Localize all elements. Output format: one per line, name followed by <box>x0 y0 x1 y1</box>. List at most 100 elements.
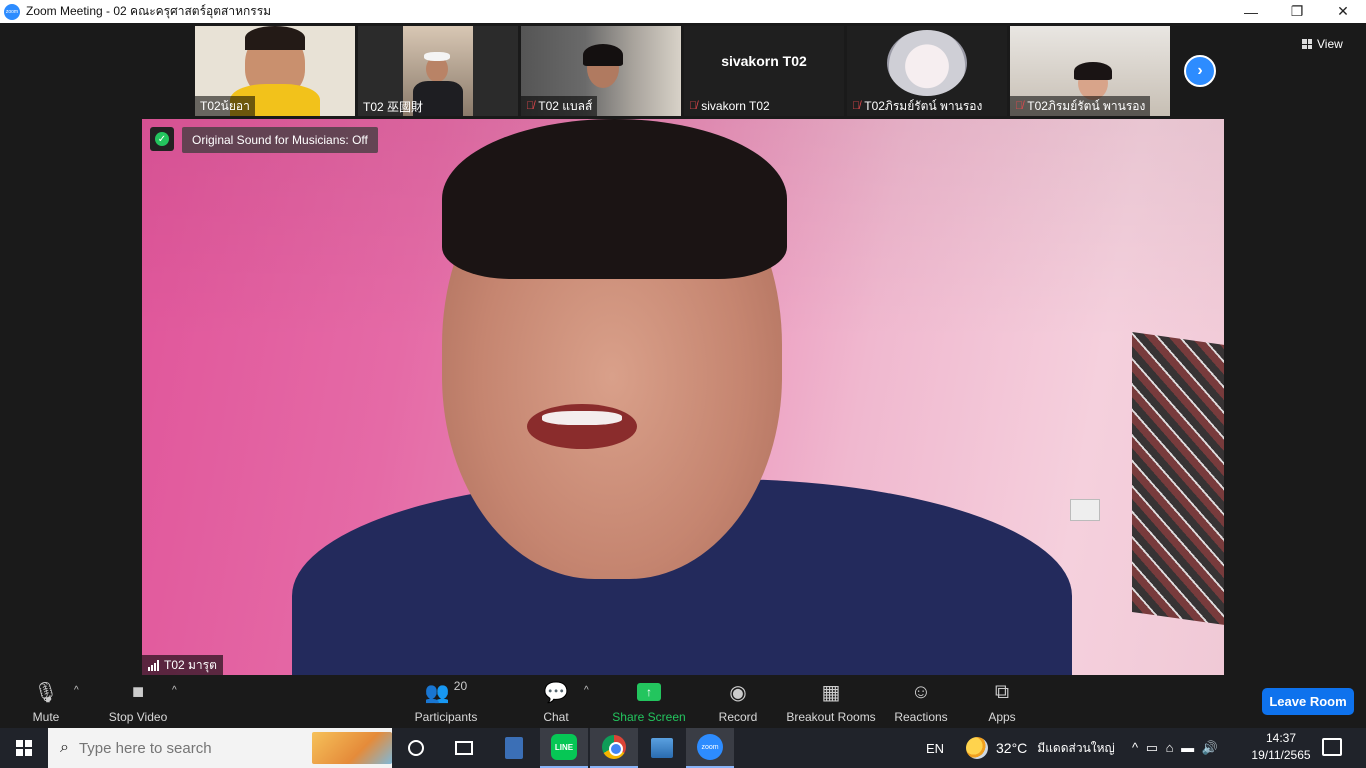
title-bar: zoom Zoom Meeting - 02 คณะครุศาสตร์อุตสา… <box>0 0 1366 23</box>
share-screen-icon: ↑ <box>637 683 661 701</box>
participant-name: T02น้ยอา <box>195 96 255 116</box>
partly-sunny-icon <box>966 737 988 759</box>
participant-hair <box>1074 62 1112 80</box>
participant-display-name: sivakorn T02 <box>721 53 807 69</box>
participant-thumbnail[interactable]: T02น้ยอา <box>195 26 355 116</box>
apps-icon: ⧉ <box>994 680 1010 703</box>
participant-thumbnail[interactable]: sivakorn T02 🎙̸ sivakorn T02 <box>684 26 844 116</box>
windows-logo-icon <box>16 740 32 756</box>
breakout-rooms-icon: ▦ <box>821 681 841 704</box>
original-sound-status[interactable]: Original Sound for Musicians: Off <box>182 127 378 153</box>
mute-label: Mute <box>32 710 60 724</box>
participant-hair <box>245 26 305 50</box>
apps-button[interactable]: ⧉ Apps <box>984 679 1020 725</box>
line-app[interactable]: LINE <box>540 728 588 768</box>
taskbar-clock[interactable]: 14:37 19/11/2565 <box>1250 730 1312 766</box>
muted-mic-icon: 🎙̸ <box>526 100 535 112</box>
zoom-app[interactable]: zoom <box>686 728 734 768</box>
stop-video-button[interactable]: ■ Stop Video <box>104 679 172 725</box>
signal-strength-icon <box>148 659 159 671</box>
calculator-icon <box>505 737 523 759</box>
chat-icon: 💬 <box>543 681 569 704</box>
search-highlight-image <box>312 732 392 764</box>
task-view-button[interactable] <box>440 728 488 768</box>
participant-thumbnail[interactable]: 🎙̸ T02ภิรมย์รัตน์ พานรอง <box>1010 26 1170 116</box>
cortana-button[interactable] <box>392 728 440 768</box>
language-indicator[interactable]: EN <box>926 728 944 768</box>
muted-mic-icon: 🎙̸ <box>1015 100 1024 112</box>
mute-button[interactable]: 🎙 Mute <box>24 679 68 725</box>
audio-options-caret[interactable]: ^ <box>74 685 79 696</box>
zoom-icon: zoom <box>697 734 723 760</box>
active-speaker-video: ✓ Original Sound for Musicians: Off T02 … <box>142 119 1224 675</box>
speaker-hair <box>442 119 787 279</box>
photos-app[interactable] <box>638 728 686 768</box>
participant-thumbnail[interactable]: 🎙̸ T02ภิรมย์รัตน์ พานรอง <box>847 26 1007 116</box>
breakout-rooms-button[interactable]: ▦ Breakout Rooms <box>786 679 876 725</box>
clock-date: 19/11/2565 <box>1251 748 1311 762</box>
speaker-name: T02 มารุต <box>164 657 217 672</box>
wall-tapestry <box>1132 331 1224 627</box>
weather-description: มีแดดส่วนใหญ่ <box>1037 740 1115 755</box>
photos-icon <box>651 738 673 758</box>
breakout-rooms-label: Breakout Rooms <box>786 710 876 724</box>
participant-name: 🎙̸ T02 แบลส์ <box>521 96 598 116</box>
temperature: 32°C <box>996 740 1028 756</box>
participants-button[interactable]: 👥 20 Participants <box>410 679 482 724</box>
task-view-icon <box>455 741 473 755</box>
calculator-app[interactable] <box>490 728 538 768</box>
participant-hair <box>583 44 623 66</box>
next-page-button[interactable]: › <box>1184 55 1216 87</box>
weather-widget[interactable]: 32°C มีแดดส่วนใหญ่ <box>966 728 1115 768</box>
minimize-button[interactable]: — <box>1228 0 1274 23</box>
close-button[interactable]: ✕ <box>1320 0 1366 23</box>
system-tray-icons[interactable]: ^ ▭ ⌂ ▬ 🔊 <box>1132 728 1220 768</box>
participant-name: 🎙̸ T02ภิรมย์รัตน์ พานรอง <box>1010 96 1151 116</box>
view-button[interactable]: View <box>1302 33 1358 55</box>
microphone-icon: 🎙 <box>33 681 59 704</box>
participant-thumbnail[interactable]: 🎙̸ T02 แบลส์ <box>521 26 681 116</box>
notification-icon[interactable] <box>1322 738 1342 756</box>
share-screen-label: Share Screen <box>612 710 686 724</box>
search-input[interactable] <box>78 739 299 757</box>
participant-thumbnail[interactable]: T02 巫國財 <box>358 26 518 116</box>
start-button[interactable] <box>0 728 48 768</box>
share-screen-button[interactable]: ↑ Share Screen <box>612 679 686 724</box>
chat-button[interactable]: 💬 Chat <box>538 679 574 725</box>
muted-mic-icon: 🎙̸ <box>852 100 861 112</box>
search-icon: ⌕ <box>60 739 69 756</box>
record-button[interactable]: ◉ Record <box>716 679 760 725</box>
participant-name: T02 巫國財 <box>363 99 424 114</box>
zoom-logo-icon: zoom <box>4 3 20 20</box>
line-icon: LINE <box>551 734 577 760</box>
clock-time: 14:37 <box>1265 731 1297 745</box>
chevron-right-icon: › <box>1197 62 1203 79</box>
video-options-caret[interactable]: ^ <box>172 685 177 696</box>
participant-name: 🎙̸ T02ภิรมย์รัตน์ พานรอง <box>852 98 983 113</box>
chat-label: Chat <box>543 710 569 724</box>
chrome-icon <box>602 735 626 759</box>
participant-name: 🎙̸ sivakorn T02 <box>689 99 770 113</box>
chat-options-caret[interactable]: ^ <box>584 685 589 696</box>
meeting-controls: 🎙 Mute ^ ■ Stop Video ^ 👥 20 Participants… <box>0 675 1366 728</box>
grid-view-icon <box>1302 39 1312 49</box>
wall-outlet <box>1070 499 1100 521</box>
security-shield-icon[interactable]: ✓ <box>150 127 174 151</box>
leave-room-button[interactable]: Leave Room <box>1262 688 1354 715</box>
reactions-button[interactable]: ☺ Reactions <box>893 679 949 725</box>
speaker-name-tag: T02 มารุต <box>142 655 223 675</box>
participant-count: 20 <box>453 679 468 693</box>
participants-label: Participants <box>414 710 478 724</box>
thumbnail-strip: T02น้ยอา T02 巫國財 🎙̸ T02 แบลส์ sivakorn T0… <box>0 23 1366 119</box>
view-label: View <box>1317 37 1343 51</box>
record-icon: ◉ <box>729 681 747 704</box>
video-camera-icon: ■ <box>131 680 145 703</box>
participants-icon: 👥 <box>424 681 450 704</box>
taskbar-search[interactable]: ⌕ <box>48 728 392 768</box>
chrome-app[interactable] <box>590 728 638 768</box>
muted-mic-icon: 🎙̸ <box>689 100 698 112</box>
window-title: Zoom Meeting - 02 คณะครุศาสตร์อุตสาหกรรม <box>26 4 272 18</box>
speaker-teeth <box>542 411 622 425</box>
record-label: Record <box>718 710 758 724</box>
restore-button[interactable]: ❐ <box>1274 0 1320 23</box>
